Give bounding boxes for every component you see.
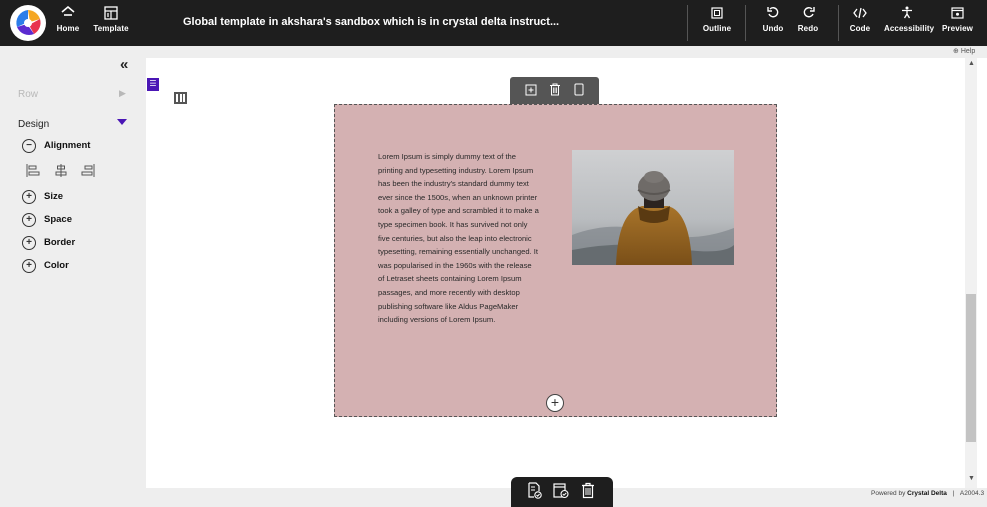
add-row-icon[interactable] [525,83,537,101]
code-button[interactable]: Code [848,0,872,46]
template-icon [92,0,130,22]
publish-check-icon[interactable] [553,482,569,504]
undo-label: Undo [762,24,784,33]
outline-icon [700,0,734,22]
powered-prefix: Powered by [871,490,908,497]
align-center-icon[interactable] [54,164,68,182]
row-menu-handle[interactable]: ☰ [147,78,159,91]
scrollbar-thumb[interactable] [966,294,976,442]
canvas-top-strip [146,46,987,58]
sidebar-item-design[interactable]: Design [18,119,49,130]
code-label: Code [849,24,871,33]
app-logo[interactable] [10,5,46,41]
help-label: Help [960,48,976,55]
plus-circle-icon: + [22,259,36,273]
section-label: Border [44,237,76,248]
accessibility-label: Accessibility [884,24,935,33]
home-button[interactable]: Home [55,0,81,46]
outline-label: Outline [702,24,732,33]
section-label: Space [44,214,72,225]
caret-down-icon[interactable] [117,119,127,125]
design-sidebar: « Row ▶ Design − Alignment + Size + Spac… [0,46,146,507]
help-link[interactable]: ⊕ Help [953,47,975,55]
collapse-sidebar-button[interactable]: « [120,56,128,73]
footer-separator: | [952,490,955,497]
template-label: Template [93,24,129,33]
section-label: Color [44,260,69,271]
plus-circle-icon: + [22,190,36,204]
brand-name: Crystal Delta [907,490,947,497]
top-toolbar: Home Template Global template in akshara… [0,0,987,46]
minus-circle-icon: − [22,139,36,153]
home-label: Home [56,24,80,33]
plus-circle-icon: + [22,213,36,227]
lorem-text-block[interactable]: Lorem Ipsum is simply dummy text of the … [378,150,540,327]
sidebar-item-row[interactable]: Row [18,89,38,100]
section-toolbar [510,77,599,104]
outline-button[interactable]: Outline [700,0,734,46]
redo-icon [795,0,821,22]
align-right-icon[interactable] [81,164,95,182]
page-action-bar [511,477,613,507]
redo-button[interactable]: Redo [795,0,821,46]
delete-page-icon[interactable] [581,482,595,504]
undo-button[interactable]: Undo [760,0,786,46]
chevron-right-icon: ▶ [119,88,126,98]
add-block-button[interactable]: + [546,394,564,412]
version-label: A2004.3 [959,490,985,497]
scroll-up-icon[interactable]: ▲ [968,60,975,67]
powered-by-footer: Powered by Crystal Delta | A2004.3 [871,490,984,497]
template-button[interactable]: Template [92,0,130,46]
copy-icon[interactable] [573,83,585,101]
preview-label: Preview [942,24,973,33]
canvas-scrollbar[interactable] [965,58,977,488]
undo-icon [760,0,786,22]
content-section[interactable]: Lorem Ipsum is simply dummy text of the … [334,104,777,417]
home-icon [55,0,81,22]
columns-handle[interactable] [174,92,187,104]
preview-icon [942,0,972,22]
validate-page-icon[interactable] [527,482,542,504]
code-icon [848,0,872,22]
plus-circle-icon: + [22,236,36,250]
section-label: Alignment [44,140,91,151]
toolbar-divider [838,5,839,41]
accessibility-icon [884,0,930,22]
toolbar-divider [687,5,688,41]
toolbar-divider [745,5,746,41]
accessibility-button[interactable]: Accessibility [884,0,935,46]
trash-icon[interactable] [549,83,561,101]
scroll-down-icon[interactable]: ▼ [968,475,975,482]
section-label: Size [44,191,64,202]
redo-label: Redo [797,24,819,33]
document-title: Global template in akshara's sandbox whi… [183,16,560,28]
align-left-icon[interactable] [26,164,40,182]
preview-button[interactable]: Preview [942,0,973,46]
hiker-photo[interactable] [572,150,734,265]
